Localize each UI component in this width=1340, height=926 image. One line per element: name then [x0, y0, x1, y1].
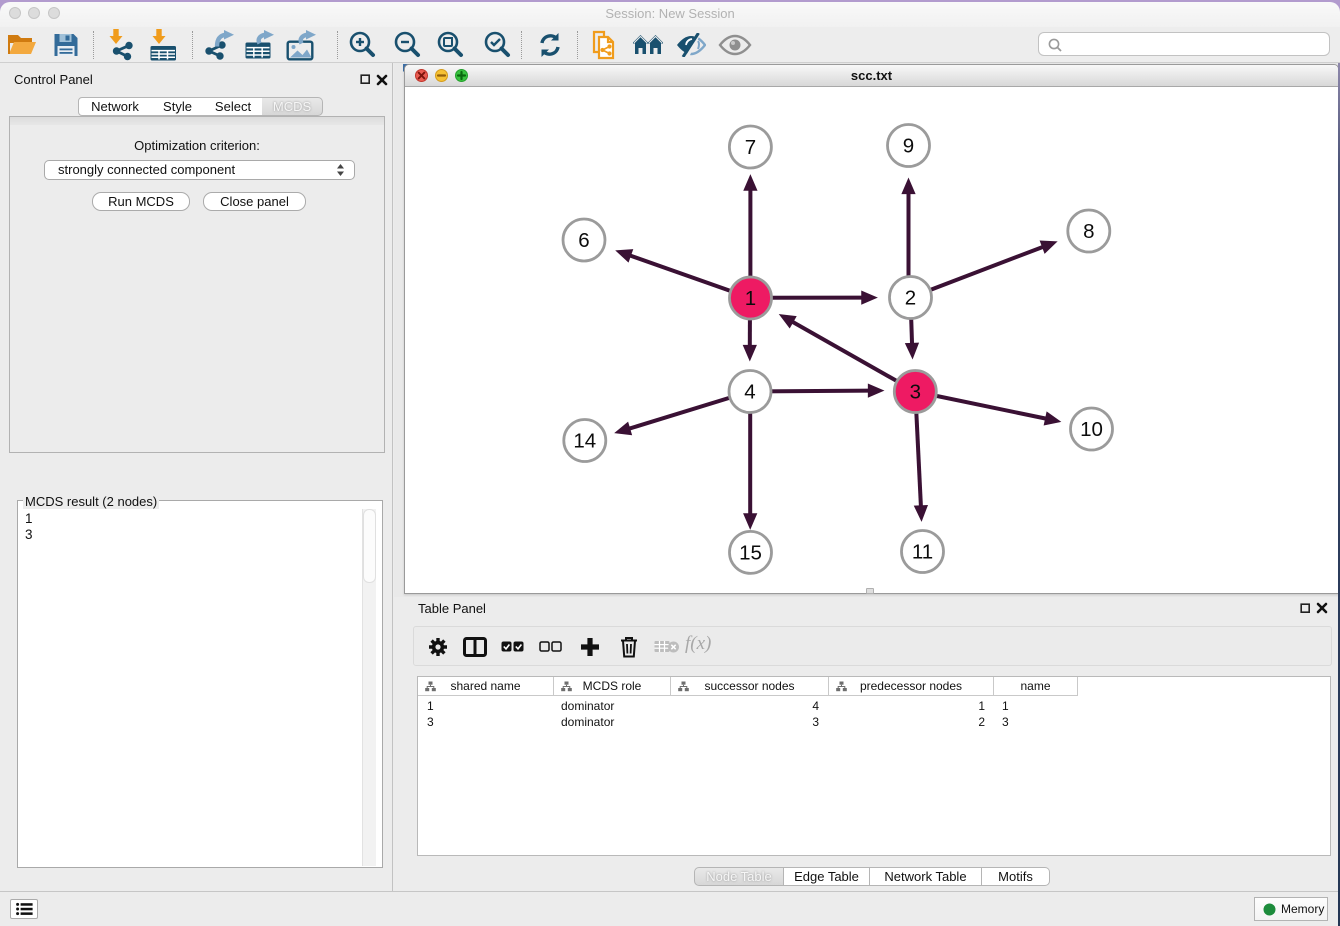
svg-text:14: 14 — [573, 430, 596, 453]
svg-text:3: 3 — [910, 381, 921, 404]
svg-text:7: 7 — [745, 136, 756, 159]
svg-text:2: 2 — [905, 287, 916, 310]
svg-text:1: 1 — [745, 287, 756, 310]
svg-text:11: 11 — [912, 541, 933, 564]
svg-text:4: 4 — [744, 381, 755, 404]
svg-text:9: 9 — [903, 135, 914, 158]
svg-text:15: 15 — [739, 542, 762, 565]
svg-text:6: 6 — [578, 229, 589, 252]
svg-text:8: 8 — [1083, 220, 1094, 243]
svg-text:10: 10 — [1080, 418, 1103, 441]
